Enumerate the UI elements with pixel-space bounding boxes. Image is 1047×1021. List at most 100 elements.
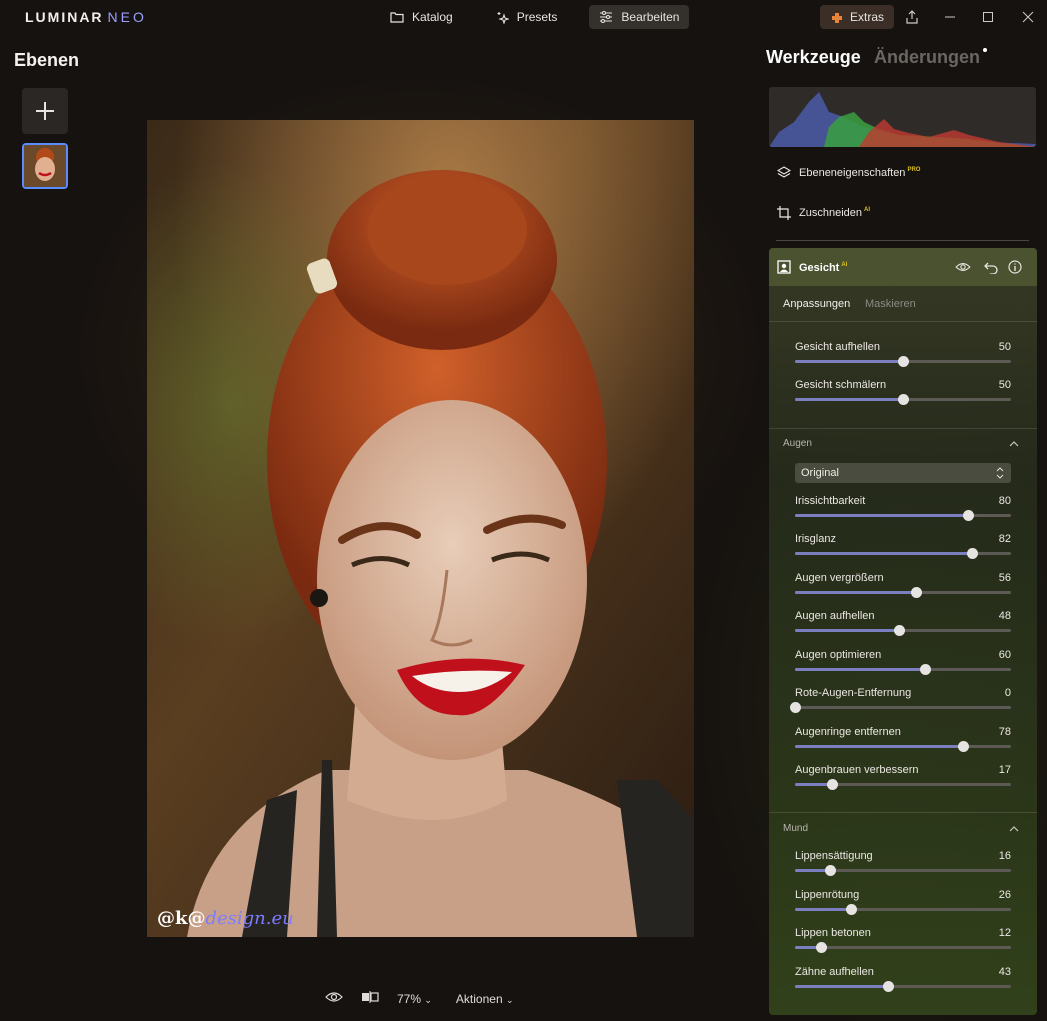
slider-track[interactable] — [795, 394, 1011, 405]
slider-knob[interactable] — [846, 904, 858, 915]
eyes-preset-select[interactable]: Original — [795, 463, 1011, 483]
compare-icon[interactable] — [361, 990, 379, 1007]
slider-eyebrows-improve[interactable]: Augenbrauen verbessern 17 — [795, 764, 1011, 794]
chevron-up-icon[interactable] — [1009, 826, 1019, 832]
close-icon[interactable] — [1019, 8, 1037, 26]
slider-eyes-enlarge[interactable]: Augen vergrößern 56 — [795, 572, 1011, 602]
slider-track[interactable] — [795, 981, 1011, 992]
slider-red-eye-removal[interactable]: Rote-Augen-Entfernung 0 — [790, 687, 1011, 717]
slider-teeth-whiten[interactable]: Zähne aufhellen 43 — [795, 966, 1011, 996]
sparkle-icon — [497, 12, 509, 24]
actions-dropdown[interactable]: Aktionen ⌄ — [456, 992, 514, 1006]
slider-knob[interactable] — [958, 741, 970, 752]
extras-label: Extras — [850, 10, 885, 24]
slider-track[interactable] — [795, 904, 1011, 915]
slider-track[interactable] — [795, 587, 1011, 598]
layer-thumbnail-image — [24, 145, 66, 187]
subtab-masking[interactable]: Maskieren — [865, 298, 916, 310]
slider-knob[interactable] — [919, 664, 931, 675]
slider-dark-circles[interactable]: Augenringe entfernen 78 — [795, 726, 1011, 756]
slider-knob[interactable] — [826, 779, 838, 790]
slider-label: Augen vergrößern — [795, 572, 884, 584]
slider-knob[interactable] — [893, 625, 905, 636]
face-tool-title: Gesicht AI — [799, 262, 847, 274]
zoom-dropdown[interactable]: 77% ⌄ — [397, 992, 432, 1006]
slider-label: Rote-Augen-Entfernung — [795, 687, 912, 699]
slider-track[interactable] — [795, 625, 1011, 636]
portrait-icon — [777, 260, 791, 274]
folder-icon — [390, 12, 404, 23]
slider-knob[interactable] — [790, 702, 801, 713]
slider-track[interactable] — [795, 942, 1011, 953]
slider-track[interactable] — [795, 510, 1011, 521]
slider-eyes-enhance[interactable]: Augen optimieren 60 — [795, 649, 1011, 679]
section-mouth-title[interactable]: Mund — [783, 823, 808, 834]
crop-icon — [777, 206, 791, 220]
slider-knob[interactable] — [962, 510, 974, 521]
extras-button[interactable]: Extras — [820, 5, 895, 29]
nav-bearbeiten-label: Bearbeiten — [621, 10, 680, 24]
slider-track[interactable] — [795, 865, 1011, 876]
app-logo: LUMINAR NEO — [25, 9, 147, 25]
slider-lip-saturation[interactable]: Lippensättigung 16 — [795, 850, 1011, 880]
eye-preview-icon[interactable] — [325, 990, 343, 1007]
slider-knob[interactable] — [910, 587, 922, 598]
chevron-down-icon: ⌄ — [505, 994, 514, 1005]
slider-fill — [795, 591, 916, 594]
slider-track[interactable] — [790, 702, 1011, 713]
slider-fill — [795, 360, 903, 363]
tool-layer-properties-label: Ebeneneigenschaften PRO — [799, 167, 920, 179]
slider-label: Gesicht aufhellen — [795, 341, 880, 353]
slider-track[interactable] — [795, 779, 1011, 790]
subtab-adjustments[interactable]: Anpassungen — [783, 298, 850, 310]
slider-label: Lippensättigung — [795, 850, 873, 862]
slider-face-slim[interactable]: Gesicht schmälern 50 — [795, 379, 1011, 409]
slider-value: 43 — [998, 966, 1011, 978]
tool-crop[interactable]: Zuschneiden AI — [777, 203, 870, 223]
slider-knob[interactable] — [824, 865, 836, 876]
slider-knob[interactable] — [815, 942, 827, 953]
slider-knob[interactable] — [967, 548, 979, 559]
tool-layer-properties[interactable]: Ebeneneigenschaften PRO — [777, 163, 920, 183]
slider-knob[interactable] — [898, 356, 909, 367]
tab-tools[interactable]: Werkzeuge — [766, 47, 861, 68]
nav-bearbeiten[interactable]: Bearbeiten — [589, 5, 690, 29]
slider-eyes-brighten[interactable]: Augen aufhellen 48 — [795, 610, 1011, 640]
share-icon[interactable] — [903, 8, 921, 26]
actions-label: Aktionen — [455, 991, 503, 1006]
chevron-down-icon: ⌄ — [424, 994, 432, 1005]
minimize-icon[interactable] — [941, 8, 959, 26]
visibility-eye-icon[interactable] — [955, 259, 971, 275]
slider-value: 82 — [998, 533, 1011, 545]
photo-canvas[interactable]: @k@design.eu — [147, 120, 694, 937]
nav-presets-label: Presets — [516, 10, 558, 24]
info-icon[interactable] — [1007, 259, 1023, 275]
ai-badge: AI — [841, 262, 848, 269]
section-eyes-title[interactable]: Augen — [783, 438, 812, 449]
layer-thumbnail[interactable] — [22, 143, 68, 189]
face-tool-header[interactable]: Gesicht AI — [769, 248, 1037, 286]
slider-track[interactable] — [795, 356, 1011, 367]
nav-katalog[interactable]: Katalog — [380, 5, 463, 29]
slider-track[interactable] — [795, 664, 1011, 675]
slider-iris-shine[interactable]: Irisglanz 82 — [795, 533, 1011, 563]
slider-iris-visibility[interactable]: Irissichtbarkeit 80 — [795, 495, 1011, 525]
slider-lip-emphasize[interactable]: Lippen betonen 12 — [795, 927, 1011, 957]
slider-track[interactable] — [795, 548, 1011, 559]
tab-history[interactable]: Änderungen — [874, 47, 980, 68]
slider-knob[interactable] — [882, 981, 894, 992]
face-tool-panel: Gesicht AI Anpassungen Maskieren Gesicht … — [769, 248, 1037, 1015]
nav-presets[interactable]: Presets — [485, 5, 568, 29]
reset-undo-icon[interactable] — [983, 259, 999, 275]
updown-chevron-icon — [996, 467, 1004, 479]
slider-track[interactable] — [795, 741, 1011, 752]
sliders-icon — [600, 11, 613, 23]
slider-lip-redness[interactable]: Lippenrötung 26 — [795, 889, 1011, 919]
chevron-up-icon[interactable] — [1009, 441, 1019, 447]
slider-label: Augenringe entfernen — [795, 726, 901, 738]
add-layer-button[interactable] — [22, 88, 68, 134]
maximize-icon[interactable] — [979, 8, 997, 26]
slider-knob[interactable] — [898, 394, 909, 405]
slider-fill — [795, 398, 903, 401]
slider-face-brighten[interactable]: Gesicht aufhellen 50 — [795, 341, 1011, 371]
